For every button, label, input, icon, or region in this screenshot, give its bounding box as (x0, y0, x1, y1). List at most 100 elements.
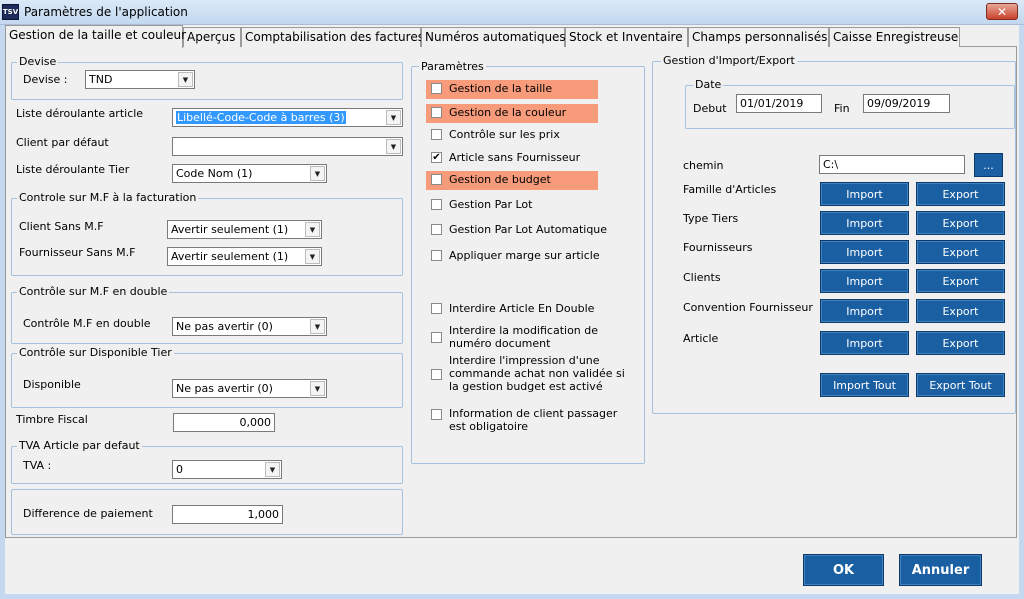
checkbox-client-passager[interactable]: Information de client passager est oblig… (431, 407, 631, 435)
fin-label: Fin (834, 102, 850, 115)
devise-group (11, 62, 403, 100)
checkbox-label: Gestion Par Lot Automatique (449, 223, 608, 236)
tva-legend: TVA Article par defaut (17, 439, 142, 452)
export-convention-button[interactable]: Export (916, 299, 1005, 323)
import-tout-button[interactable]: Import Tout (820, 373, 909, 397)
checkbox-gestion-budget[interactable]: Gestion de budget (426, 171, 598, 190)
controle-double-select[interactable]: Ne pas avertir (0) ▼ (172, 317, 327, 336)
debut-label: Debut (693, 102, 727, 115)
debut-input[interactable]: 01/01/2019 (736, 94, 822, 113)
fin-input[interactable]: 09/09/2019 (863, 94, 950, 113)
controle-dispo-legend: Contrôle sur Disponible Tier (17, 346, 174, 359)
checkbox-interdire-modification[interactable]: Interdire la modification de numéro docu… (431, 324, 631, 352)
timbre-input[interactable]: 0,000 (173, 413, 275, 432)
fournisseur-sans-mf-select[interactable]: Avertir seulement (1) ▼ (167, 247, 322, 266)
checkbox-gestion-taille[interactable]: Gestion de la taille (426, 80, 598, 99)
checkbox-label: Interdire la modification de numéro docu… (449, 324, 599, 350)
checkbox-controle-prix[interactable]: Contrôle sur les prix (431, 128, 631, 146)
checkbox-appliquer-marge[interactable]: Appliquer marge sur article (431, 249, 631, 267)
client-defaut-select[interactable]: ▼ (172, 137, 403, 156)
chevron-down-icon[interactable]: ▼ (265, 462, 280, 477)
export-article-button[interactable]: Export (916, 331, 1005, 355)
export-tout-button[interactable]: Export Tout (916, 373, 1005, 397)
checkbox-article-sans-fournisseur[interactable]: ✔ Article sans Fournisseur (431, 151, 631, 169)
tab-gestion-taille-couleur[interactable]: Gestion de la taille et couleur (5, 25, 186, 48)
tab-numeros-automatiques[interactable]: Numéros automatiques (421, 27, 566, 47)
liste-article-label: Liste déroulante article (16, 107, 144, 120)
checkbox-box[interactable] (431, 129, 442, 140)
checkbox-label: Interdire l'impression d'une commande ac… (449, 354, 625, 393)
import-convention-button[interactable]: Import (820, 299, 909, 323)
disponible-value: Ne pas avertir (0) (176, 382, 273, 395)
chevron-down-icon[interactable]: ▼ (310, 381, 325, 396)
checkbox-box[interactable] (431, 303, 442, 314)
chevron-down-icon[interactable]: ▼ (305, 249, 320, 264)
checkbox-gestion-couleur[interactable]: Gestion de la couleur (426, 104, 598, 123)
checkbox-interdire-impression[interactable]: Interdire l'impression d'une commande ac… (431, 354, 636, 396)
liste-tier-select[interactable]: Code Nom (1) ▼ (172, 164, 327, 183)
checkbox-box[interactable] (431, 224, 442, 235)
checkbox-label: Gestion de budget (449, 173, 551, 186)
app-icon: TSV (2, 4, 19, 20)
tva-select[interactable]: 0 ▼ (172, 460, 282, 479)
controle-double-legend: Contrôle sur M.F en double (17, 285, 170, 298)
export-fournisseurs-button[interactable]: Export (916, 240, 1005, 264)
tab-caisse-enregistreuse[interactable]: Caisse Enregistreuse (829, 27, 960, 47)
chevron-down-icon[interactable]: ▼ (305, 222, 320, 237)
import-article-button[interactable]: Import (820, 331, 909, 355)
client-sans-mf-select[interactable]: Avertir seulement (1) ▼ (167, 220, 322, 239)
difference-input[interactable]: 1,000 (172, 505, 283, 524)
checkbox-box[interactable] (431, 107, 442, 118)
import-type-tiers-button[interactable]: Import (820, 211, 909, 235)
checkbox-label: Information de client passager est oblig… (449, 407, 618, 433)
import-export-legend: Gestion d'Import/Export (661, 54, 797, 67)
difference-label: Difference de paiement (23, 507, 153, 520)
client-sans-mf-value: Avertir seulement (1) (171, 223, 289, 236)
row-label-famille: Famille d'Articles (683, 183, 777, 196)
tab-champs-personnalises[interactable]: Champs personnalisés (688, 27, 829, 47)
chevron-down-icon[interactable]: ▼ (386, 139, 401, 154)
cancel-button[interactable]: Annuler (899, 554, 982, 586)
client-sans-mf-label: Client Sans M.F (19, 220, 104, 233)
import-fournisseurs-button[interactable]: Import (820, 240, 909, 264)
tab-apercus[interactable]: Aperçus (183, 27, 241, 47)
devise-select[interactable]: TND ▼ (85, 70, 195, 89)
checkbox-box[interactable] (431, 369, 442, 380)
checkbox-box[interactable] (431, 332, 442, 343)
close-button[interactable]: ✕ (986, 3, 1018, 20)
export-type-tiers-button[interactable]: Export (916, 211, 1005, 235)
check-icon[interactable]: ✔ (431, 152, 442, 163)
checkbox-box[interactable] (431, 250, 442, 261)
import-clients-button[interactable]: Import (820, 269, 909, 293)
tab-stock-inventaire[interactable]: Stock et Inventaire (565, 27, 688, 47)
checkbox-box[interactable] (431, 199, 442, 210)
checkbox-label: Interdire Article En Double (449, 302, 595, 315)
devise-legend: Devise (17, 55, 59, 68)
checkbox-gestion-lot-auto[interactable]: Gestion Par Lot Automatique (431, 223, 631, 241)
checkbox-gestion-par-lot[interactable]: Gestion Par Lot (431, 198, 631, 216)
import-famille-button[interactable]: Import (820, 182, 909, 206)
date-group (685, 85, 1015, 129)
devise-label: Devise : (23, 73, 68, 86)
tab-comptabilisation[interactable]: Comptabilisation des factures (241, 27, 424, 47)
chevron-down-icon[interactable]: ▼ (178, 72, 193, 87)
checkbox-box[interactable] (431, 83, 442, 94)
chemin-input[interactable]: C:\ (819, 155, 965, 174)
export-clients-button[interactable]: Export (916, 269, 1005, 293)
browse-button[interactable]: ... (974, 153, 1003, 177)
chevron-down-icon[interactable]: ▼ (310, 319, 325, 334)
tva-value: 0 (176, 463, 183, 476)
liste-article-value: Libellé-Code-Code à barres (3) (176, 111, 346, 124)
checkbox-interdire-article-double[interactable]: Interdire Article En Double (431, 302, 631, 320)
chevron-down-icon[interactable]: ▼ (386, 110, 401, 125)
row-label-article: Article (683, 332, 719, 345)
checkbox-box[interactable] (431, 409, 442, 420)
chevron-down-icon[interactable]: ▼ (310, 166, 325, 181)
checkbox-box[interactable] (431, 174, 442, 185)
checkbox-label: Gestion de la taille (449, 82, 553, 95)
liste-article-select[interactable]: Libellé-Code-Code à barres (3) ▼ (172, 108, 403, 127)
fournisseur-sans-mf-value: Avertir seulement (1) (171, 250, 289, 263)
ok-button[interactable]: OK (803, 554, 884, 586)
disponible-select[interactable]: Ne pas avertir (0) ▼ (172, 379, 327, 398)
export-famille-button[interactable]: Export (916, 182, 1005, 206)
